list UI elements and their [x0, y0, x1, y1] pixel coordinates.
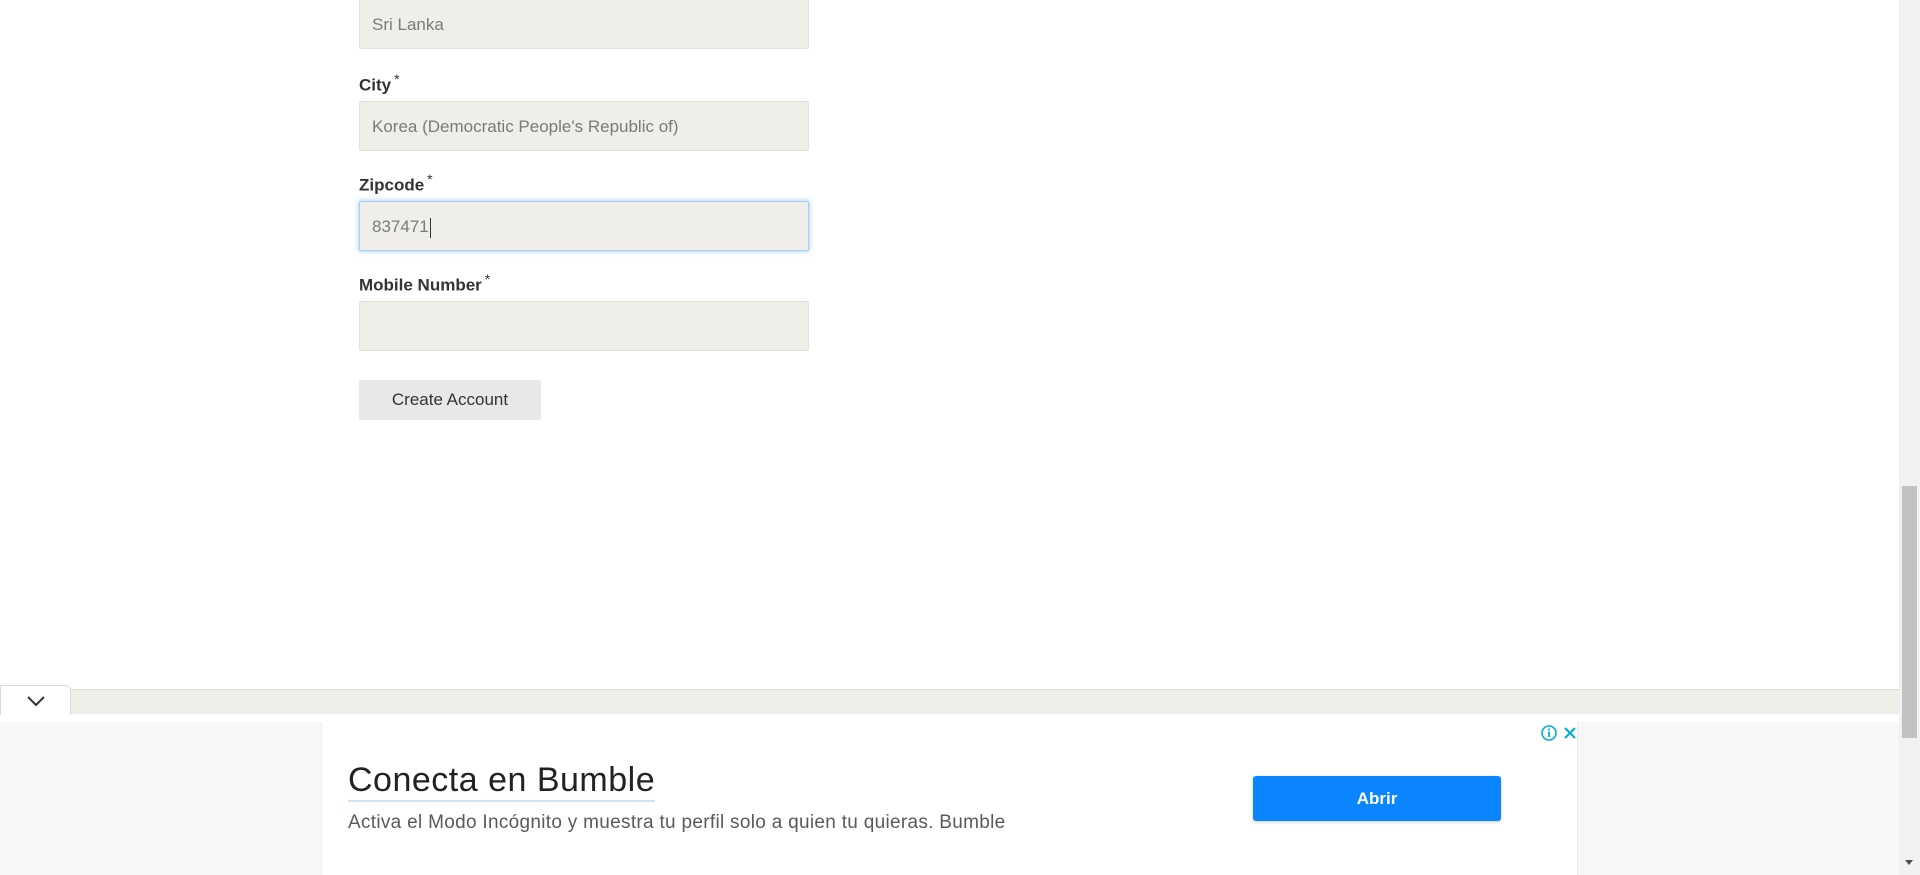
chevron-down-icon	[26, 695, 45, 706]
zipcode-label: Zipcode *	[359, 172, 433, 196]
scroll-down-arrow-icon[interactable]	[1905, 860, 1913, 865]
info-icon[interactable]	[1540, 724, 1558, 742]
close-icon[interactable]	[1561, 724, 1579, 742]
zipcode-field-value: 837471	[372, 217, 429, 236]
country-field[interactable]: Sri Lanka	[359, 0, 809, 49]
zipcode-required-mark: *	[427, 171, 433, 187]
zipcode-field[interactable]: 837471	[359, 201, 809, 251]
scrollbar-thumb[interactable]	[1902, 486, 1917, 738]
mobile-number-field[interactable]	[359, 301, 809, 351]
text-caret	[429, 217, 431, 238]
city-label: City *	[359, 72, 400, 96]
city-required-mark: *	[394, 71, 400, 87]
ad-collapse-toggle[interactable]	[0, 685, 71, 715]
zipcode-label-text: Zipcode	[359, 175, 425, 195]
ad-banner[interactable]: Conecta en Bumble Activa el Modo Incógni…	[321, 722, 1578, 875]
ad-open-button[interactable]: Abrir	[1253, 776, 1501, 821]
city-field[interactable]: Korea (Democratic People's Republic of)	[359, 101, 809, 151]
mobile-label: Mobile Number *	[359, 272, 490, 296]
create-account-button[interactable]: Create Account	[359, 380, 541, 420]
vertical-scrollbar[interactable]	[1899, 0, 1920, 875]
ad-collapse-bar	[0, 689, 1899, 714]
mobile-required-mark: *	[484, 271, 491, 287]
ad-description: Activa el Modo Incógnito y muestra tu pe…	[348, 812, 1006, 833]
mobile-label-text: Mobile Number	[359, 275, 482, 295]
city-label-text: City	[359, 75, 392, 95]
ad-title[interactable]: Conecta en Bumble	[348, 760, 656, 802]
